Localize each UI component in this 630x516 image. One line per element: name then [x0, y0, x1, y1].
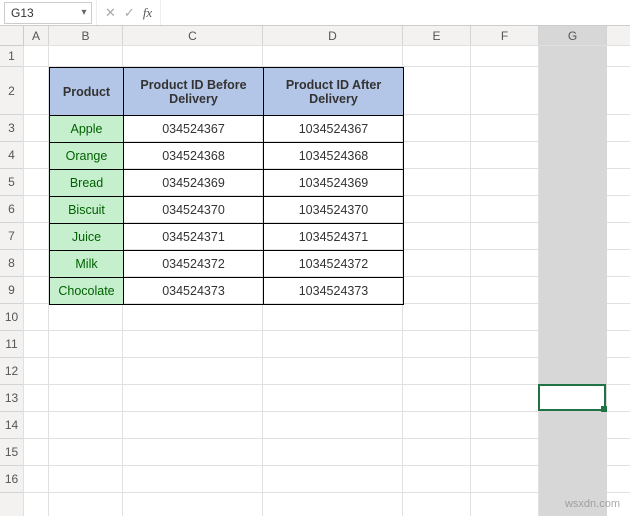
row-header-2[interactable]: 2	[0, 67, 23, 115]
table-header-before[interactable]: Product ID Before Delivery	[124, 68, 264, 116]
cell-after[interactable]: 1034524373	[264, 278, 404, 305]
cell-before[interactable]: 034524370	[124, 197, 264, 224]
column-header-D[interactable]: D	[263, 26, 403, 45]
table-header-after[interactable]: Product ID After Delivery	[264, 68, 404, 116]
table-row: Chocolate0345243731034524373	[50, 278, 404, 305]
watermark: wsxdn.com	[565, 498, 620, 510]
cell-product[interactable]: Milk	[50, 251, 124, 278]
cell-before[interactable]: 034524371	[124, 224, 264, 251]
formula-input[interactable]	[161, 0, 630, 25]
table-row: Bread0345243691034524369	[50, 170, 404, 197]
cell-before[interactable]: 034524369	[124, 170, 264, 197]
select-all-corner[interactable]	[0, 26, 24, 46]
spreadsheet-grid: ABCDEFG 12345678910111213141516 Product …	[0, 26, 630, 516]
cell-after[interactable]: 1034524367	[264, 116, 404, 143]
cell-before[interactable]: 034524373	[124, 278, 264, 305]
cell-after[interactable]: 1034524368	[264, 143, 404, 170]
cell-product[interactable]: Apple	[50, 116, 124, 143]
cell-before[interactable]: 034524372	[124, 251, 264, 278]
column-header-E[interactable]: E	[403, 26, 471, 45]
table-row: Biscuit0345243701034524370	[50, 197, 404, 224]
row-header-14[interactable]: 14	[0, 412, 23, 439]
table-row: Orange0345243681034524368	[50, 143, 404, 170]
cell-after[interactable]: 1034524369	[264, 170, 404, 197]
cell-product[interactable]: Chocolate	[50, 278, 124, 305]
table-header-product[interactable]: Product	[50, 68, 124, 116]
cell-product[interactable]: Bread	[50, 170, 124, 197]
cell-product[interactable]: Biscuit	[50, 197, 124, 224]
name-box[interactable]: G13 ▾	[4, 2, 92, 24]
column-header-A[interactable]: A	[24, 26, 49, 45]
confirm-icon[interactable]: ✓	[124, 5, 135, 21]
cell-after[interactable]: 1034524370	[264, 197, 404, 224]
row-header-10[interactable]: 10	[0, 304, 23, 331]
cell-before[interactable]: 034524367	[124, 116, 264, 143]
name-box-value: G13	[5, 6, 77, 20]
data-table: Product Product ID Before Delivery Produ…	[49, 67, 404, 305]
row-header-3[interactable]: 3	[0, 115, 23, 142]
row-header-1[interactable]: 1	[0, 46, 23, 67]
selected-column-highlight	[539, 46, 607, 516]
formula-bar-buttons: ✕ ✓ fx	[96, 0, 161, 25]
row-header-11[interactable]: 11	[0, 331, 23, 358]
row-header-6[interactable]: 6	[0, 196, 23, 223]
cell-after[interactable]: 1034524372	[264, 251, 404, 278]
row-header-4[interactable]: 4	[0, 142, 23, 169]
row-header-12[interactable]: 12	[0, 358, 23, 385]
fx-icon[interactable]: fx	[143, 5, 152, 21]
row-header-13[interactable]: 13	[0, 385, 23, 412]
column-header-B[interactable]: B	[49, 26, 123, 45]
table-row: Juice0345243711034524371	[50, 224, 404, 251]
row-header-8[interactable]: 8	[0, 250, 23, 277]
table-row: Apple0345243671034524367	[50, 116, 404, 143]
row-header-9[interactable]: 9	[0, 277, 23, 304]
table-row: Milk0345243721034524372	[50, 251, 404, 278]
row-header-15[interactable]: 15	[0, 439, 23, 466]
row-headers: 12345678910111213141516	[0, 46, 24, 516]
column-header-C[interactable]: C	[123, 26, 263, 45]
active-cell[interactable]	[538, 384, 606, 411]
cell-product[interactable]: Orange	[50, 143, 124, 170]
row-header-5[interactable]: 5	[0, 169, 23, 196]
cells-area[interactable]: Product Product ID Before Delivery Produ…	[24, 46, 630, 516]
cell-before[interactable]: 034524368	[124, 143, 264, 170]
row-header-16[interactable]: 16	[0, 466, 23, 493]
fill-handle[interactable]	[601, 406, 607, 412]
name-box-dropdown-icon[interactable]: ▾	[77, 7, 91, 18]
column-header-G[interactable]: G	[539, 26, 607, 45]
cell-product[interactable]: Juice	[50, 224, 124, 251]
formula-bar: G13 ▾ ✕ ✓ fx	[0, 0, 630, 26]
row-header-7[interactable]: 7	[0, 223, 23, 250]
cancel-icon[interactable]: ✕	[105, 5, 116, 21]
column-headers: ABCDEFG	[24, 26, 630, 46]
column-header-F[interactable]: F	[471, 26, 539, 45]
cell-after[interactable]: 1034524371	[264, 224, 404, 251]
